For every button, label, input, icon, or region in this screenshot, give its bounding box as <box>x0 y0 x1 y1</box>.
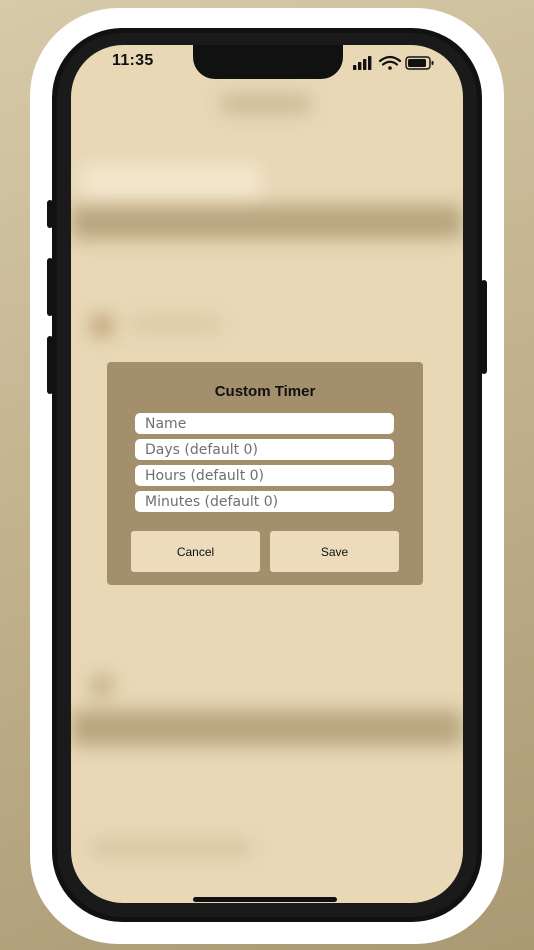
blur-shape <box>71 710 463 746</box>
custom-timer-dialog: Custom Timer Cancel Save <box>107 362 423 585</box>
save-button[interactable]: Save <box>270 531 399 572</box>
camera-notch <box>193 45 343 79</box>
blur-shape <box>221 95 311 113</box>
name-input[interactable] <box>135 413 394 434</box>
battery-icon <box>405 56 434 70</box>
status-time: 11:35 <box>112 52 154 69</box>
cellular-signal-icon <box>353 56 372 70</box>
days-input[interactable] <box>135 439 394 460</box>
wifi-icon <box>378 55 402 70</box>
status-bar-icons <box>353 55 434 70</box>
blur-shape <box>131 317 221 331</box>
blur-shape <box>91 840 251 856</box>
blur-shape <box>91 315 113 337</box>
blur-shape <box>91 675 113 697</box>
dialog-title: Custom Timer <box>214 383 316 400</box>
hours-input[interactable] <box>135 465 394 486</box>
minutes-input[interactable] <box>135 491 394 512</box>
blur-shape <box>81 165 261 201</box>
blur-shape <box>71 205 463 239</box>
home-indicator[interactable] <box>193 897 337 902</box>
cancel-button[interactable]: Cancel <box>131 531 260 572</box>
